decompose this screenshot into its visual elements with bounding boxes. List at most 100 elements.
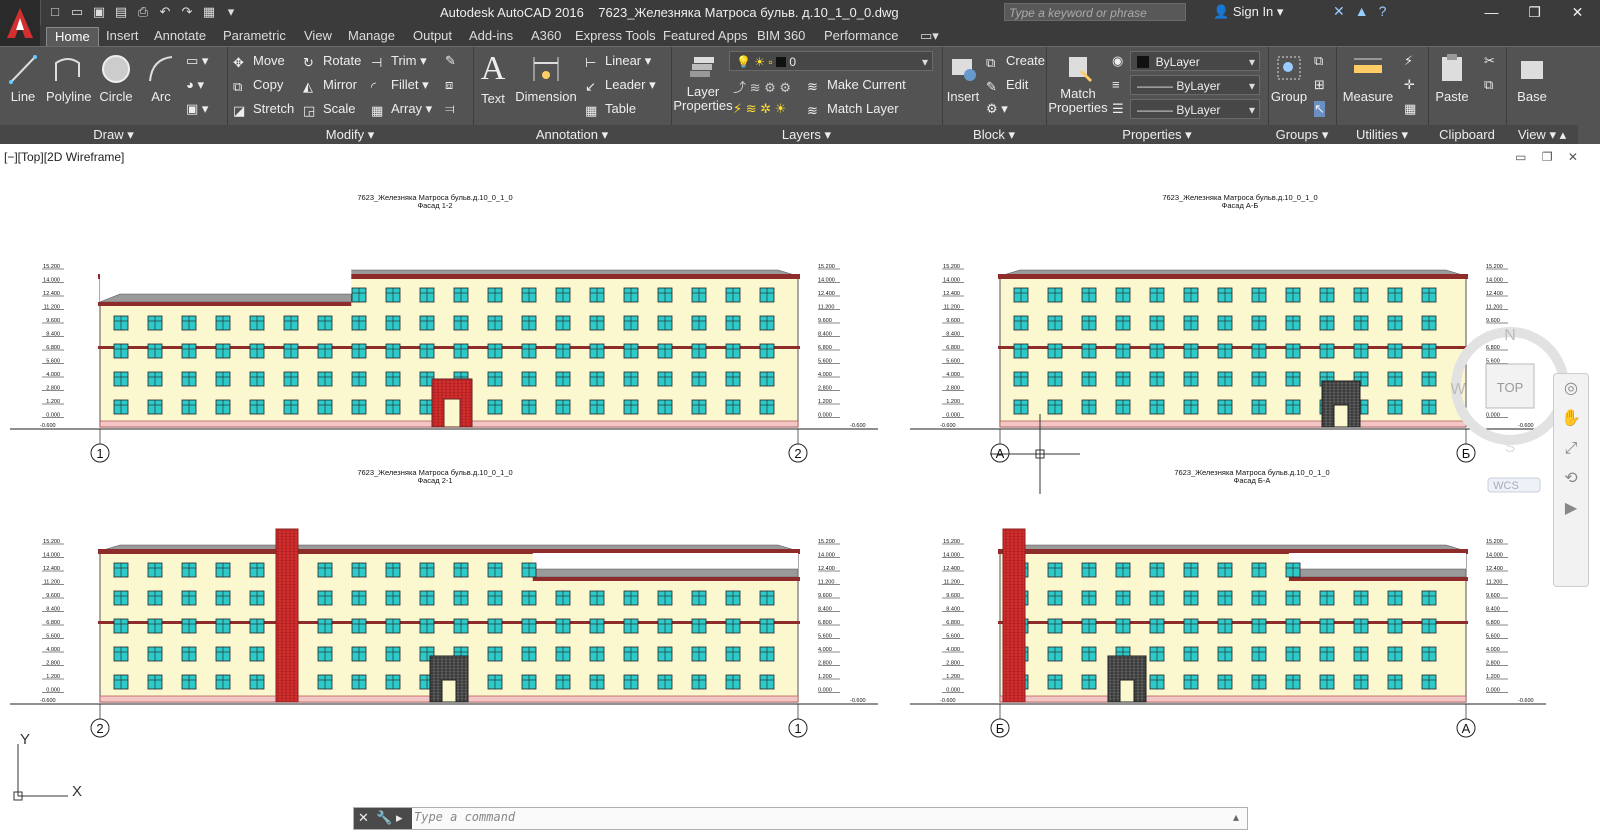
trim-button[interactable]: ⊣ Trim ▾ [371,53,427,70]
offset-icon[interactable]: ⫤ [445,101,455,117]
arc-button[interactable]: Arc [146,53,176,104]
layers-panel-label[interactable]: Layers ▾ [671,125,942,144]
region-icon[interactable]: ▣ ▾ [186,101,208,117]
modify-panel-label[interactable]: Modify ▾ [227,125,473,144]
layer-tools-row1[interactable]: ⤴ ≋ ⚙ ⚙ [733,77,791,96]
sign-in-button[interactable]: 👤 Sign In ▾ [1213,4,1283,20]
text-button[interactable]: A Text [477,51,509,107]
block-panel-label[interactable]: Block ▾ [942,125,1046,144]
insert-button[interactable]: Insert [944,53,982,104]
orbit-icon[interactable]: ⟲ [1554,464,1588,494]
tab-performance[interactable]: Performance [816,27,906,46]
circle-button[interactable]: Circle [98,53,134,104]
restore-icon[interactable]: ❐ [1513,2,1556,22]
utilities-panel-label[interactable]: Utilities ▾ [1336,125,1428,144]
dimension-button[interactable]: Dimension [515,53,577,104]
zoom-extents-icon[interactable]: ⤢ [1554,434,1588,464]
close-command-icon[interactable]: ✕ [358,810,369,826]
tab-insert[interactable]: Insert [98,27,147,46]
a360-icon[interactable]: ▲ [1355,3,1369,20]
lineweight-dropdown[interactable]: ——— ByLayer [1130,99,1260,120]
fillet-button[interactable]: ◜ Fillet ▾ [371,77,429,94]
base-button[interactable]: Base [1514,53,1550,104]
copy-button[interactable]: ⧉ Copy [233,77,283,94]
table-button[interactable]: ▦ Table [585,101,636,118]
erase-icon[interactable]: ✎ [445,53,456,69]
tab-a360[interactable]: A360 [523,27,569,46]
save-icon[interactable]: ▣ [90,3,108,21]
move-button[interactable]: ✥ Move [233,53,285,70]
group-button[interactable]: Group [1270,53,1308,104]
open-icon[interactable]: ▭ [68,3,86,21]
linear-button[interactable]: ⊢ Linear ▾ [585,53,651,70]
paste-button[interactable]: Paste [1434,53,1470,104]
customize-icon[interactable]: ▾ [222,3,240,21]
calculator-icon[interactable]: ▦ [1404,101,1416,117]
scale-button[interactable]: ◲ Scale [303,101,356,118]
explode-icon[interactable]: ⧈ [445,77,453,93]
command-input[interactable]: Type a command [414,810,515,824]
edit-block-button[interactable]: ✎ Edit [986,77,1028,94]
customize-wrench-icon[interactable]: 🔧 [376,810,392,826]
make-current-button[interactable]: ≋ Make Current [807,77,906,94]
tab-view[interactable]: View [296,27,340,46]
tab-manage[interactable]: Manage [340,27,403,46]
print-icon[interactable]: ⎙ [134,3,152,21]
command-prompt-icon[interactable]: ▸ [396,810,403,826]
linetype-dropdown[interactable]: ——— ByLayer [1130,75,1260,96]
workspace-icon[interactable]: ▦ [200,3,218,21]
tab-add-ins[interactable]: Add-ins [461,27,521,46]
undo-icon[interactable]: ↶ [156,3,174,21]
layer-tools-row2[interactable]: ⚡ ≋ ✲ ☀ [733,101,786,117]
pan-icon[interactable]: ✋ [1554,404,1588,434]
point-icon[interactable]: ✛ [1404,77,1415,93]
annotation-panel-label[interactable]: Annotation ▾ [473,125,671,144]
hatch-icon[interactable]: ◕ ▾ [186,77,204,93]
layer-properties-button[interactable]: Layer Properties [671,53,735,113]
groups-panel-label[interactable]: Groups ▾ [1268,125,1336,144]
tab-annotate[interactable]: Annotate [146,27,214,46]
application-menu-button[interactable] [0,0,41,46]
draw-panel-label[interactable]: Draw ▾ [0,125,227,144]
leader-button[interactable]: ↙ Leader ▾ [585,77,656,94]
tab-parametric[interactable]: Parametric [215,27,294,46]
help-icon[interactable]: ? [1379,3,1387,20]
steering-wheel-icon[interactable]: ◎ [1554,374,1588,404]
viewcube[interactable]: TOP N S E W WCS [1448,324,1569,497]
ribbon-toggle-icon[interactable]: ▭▾ [912,27,947,46]
cut-icon[interactable]: ✂ [1484,53,1495,69]
command-history-icon[interactable]: ▴ [1233,810,1239,824]
measure-button[interactable]: Measure [1340,53,1396,104]
new-icon[interactable]: □ [46,3,64,21]
match-properties-button[interactable]: Match Properties [1048,53,1108,115]
block-attributes-icon[interactable]: ⚙ ▾ [986,101,1008,117]
tab-featured-apps[interactable]: Featured Apps [655,27,756,46]
tab-home[interactable]: Home [46,27,99,47]
view-panel-label[interactable]: View ▾ ▴ [1506,125,1578,144]
search-input[interactable]: Type a keyword or phrase [1004,3,1186,21]
close-icon[interactable]: ✕ [1556,2,1599,22]
line-button[interactable]: Line [8,53,38,104]
mirror-button[interactable]: ◭ Mirror [303,77,357,94]
tab-output[interactable]: Output [405,27,460,46]
create-block-button[interactable]: ⧉ Create [986,53,1045,70]
match-layer-button[interactable]: ≋ Match Layer [807,101,899,118]
tab-express-tools[interactable]: Express Tools [567,27,664,46]
color-dropdown[interactable]: ByLayer [1130,51,1260,72]
polyline-button[interactable]: Polyline [46,53,92,104]
showmotion-icon[interactable]: ▶ [1554,494,1588,524]
properties-panel-label[interactable]: Properties ▾ [1046,125,1268,144]
clipboard-panel-label[interactable]: Clipboard [1428,125,1506,144]
exchange-icon[interactable]: ✕ [1333,3,1345,20]
ungroup-icon[interactable]: ⧉ [1314,53,1323,69]
group-edit-icon[interactable]: ⊞ [1314,77,1325,93]
minimize-icon[interactable]: — [1470,2,1513,22]
saveas-icon[interactable]: ▤ [112,3,130,21]
redo-icon[interactable]: ↷ [178,3,196,21]
quick-select-icon[interactable]: ⚡ [1404,53,1413,69]
layer-dropdown[interactable]: 💡 ☀ ▫ 0 [729,51,933,72]
copy-clip-icon[interactable]: ⧉ [1484,77,1493,93]
group-select-icon[interactable]: ↖ [1314,101,1325,117]
rotate-button[interactable]: ↻ Rotate [303,53,361,70]
array-button[interactable]: ▦ Array ▾ [371,101,432,118]
